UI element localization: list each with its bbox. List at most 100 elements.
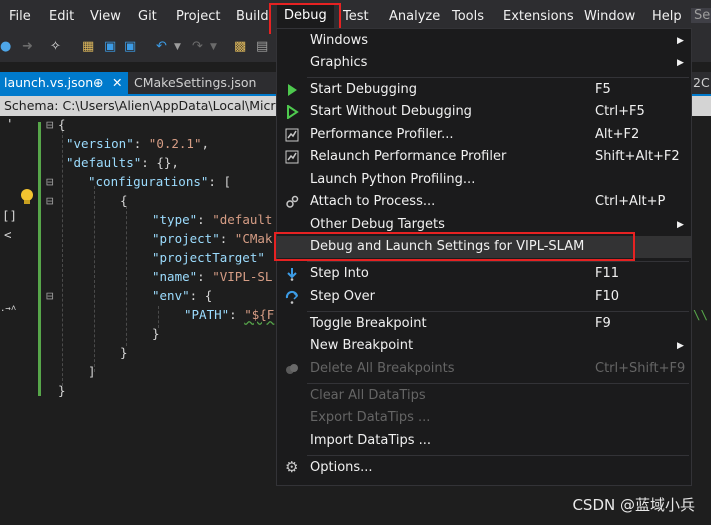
step-over-icon [285, 290, 299, 304]
menu-item-delete-all-breakpoints: Delete All Breakpoints Ctrl+Shift+F9 [277, 358, 691, 380]
redo-icon[interactable]: ↷ [192, 39, 203, 55]
lightbulb-base [24, 200, 30, 204]
squiggle-overflow: \\ [693, 307, 709, 322]
code-line: "name": "VIPL-SL [152, 269, 273, 284]
menu-item-attach-to-process[interactable]: Attach to Process... Ctrl+Alt+P [277, 191, 691, 213]
collapse-toggle[interactable]: ⊟ [46, 286, 54, 305]
indent-guide [94, 186, 95, 372]
attach-gear-icon [286, 195, 299, 208]
indent-guide [126, 206, 127, 346]
undo-dropdown-icon[interactable]: ▼ [174, 39, 181, 55]
menu-separator [307, 261, 689, 262]
menu-item-launch-python-profiling[interactable]: Launch Python Profiling... [277, 169, 691, 191]
menu-item-new-breakpoint[interactable]: New Breakpoint ▶ [277, 335, 691, 357]
code-line: } [120, 345, 128, 360]
menu-separator [307, 383, 689, 384]
save-icon[interactable]: ▣ [104, 39, 116, 55]
tab-overflow-label[interactable]: 2C [693, 72, 710, 94]
gear-icon: ⚙ [285, 458, 299, 476]
gutter-mark: [] [2, 208, 18, 223]
menu-window[interactable]: Window [584, 9, 635, 24]
undo-icon[interactable]: ↶ [156, 39, 167, 55]
menu-git[interactable]: Git [138, 9, 157, 24]
collapse-toggle[interactable]: ⊟ [46, 191, 54, 210]
collapse-toggle[interactable]: ⊟ [46, 172, 54, 191]
play-icon [288, 84, 297, 96]
tab-cmakesettings-json[interactable]: CMakeSettings.json [128, 72, 278, 94]
code-line: "type": "default [152, 212, 273, 227]
code-line: "PATH": "${F [184, 307, 275, 322]
back-icon[interactable]: ● [0, 39, 11, 55]
step-into-icon [287, 268, 297, 281]
menu-item-start-without-debugging[interactable]: Start Without Debugging Ctrl+F5 [277, 101, 691, 123]
menu-item-step-into[interactable]: Step Into F11 [277, 263, 691, 285]
menu-project[interactable]: Project [176, 9, 220, 24]
relaunch-profiler-icon [285, 150, 299, 164]
open-folder-icon[interactable]: ▦ [82, 39, 94, 55]
menu-item-performance-profiler[interactable]: Performance Profiler... Alt+F2 [277, 124, 691, 146]
menu-extensions[interactable]: Extensions [503, 9, 574, 24]
menu-item-start-debugging[interactable]: Start Debugging F5 [277, 79, 691, 101]
close-icon[interactable]: ✕ [112, 72, 122, 94]
submenu-arrow-icon: ▶ [677, 36, 684, 46]
tab-launch-vs-json[interactable]: launch.vs.json ⊕ ✕ [0, 72, 128, 94]
menu-item-export-datatips: Export DataTips ... [310, 410, 431, 425]
menu-item-toggle-breakpoint[interactable]: Toggle Breakpoint F9 [277, 313, 691, 335]
code-line: "projectTarget" [152, 250, 265, 265]
menu-item-other-debug-targets[interactable]: Other Debug Targets ▶ [277, 214, 691, 236]
menu-separator [307, 77, 689, 78]
code-line: } [58, 383, 66, 398]
gutter-mark: ' [6, 116, 14, 131]
redo-dropdown-icon[interactable]: ▼ [210, 39, 217, 55]
profiler-icon [285, 128, 299, 142]
menu-analyze[interactable]: Analyze [389, 9, 440, 24]
indent-guide [62, 130, 63, 386]
search-box-overflow[interactable]: Se [691, 8, 711, 23]
menu-edit[interactable]: Edit [49, 9, 74, 24]
menu-item-debug-and-launch-settings[interactable]: Debug and Launch Settings for VIPL-SLAM [277, 236, 691, 258]
gutter-mark: < [4, 227, 12, 242]
code-line: "version": "0.2.1", [66, 136, 210, 151]
tab-label: launch.vs.json [4, 75, 94, 90]
menu-help[interactable]: Help [652, 9, 682, 24]
solution-explorer-icon[interactable]: ▤ [256, 39, 268, 55]
change-indicator-bar [38, 122, 41, 396]
menu-separator [307, 455, 689, 456]
menu-file[interactable]: File [9, 9, 31, 24]
delete-breakpoints-icon [286, 364, 298, 374]
code-line: "env": { [152, 288, 213, 303]
submenu-arrow-icon: ▶ [677, 220, 684, 230]
code-line: } [152, 326, 160, 341]
menu-view[interactable]: View [90, 9, 121, 24]
menu-tools[interactable]: Tools [452, 9, 484, 24]
menu-item-relaunch-performance-profiler[interactable]: Relaunch Performance Profiler Shift+Alt+… [277, 146, 691, 168]
submenu-arrow-icon: ▶ [677, 341, 684, 351]
menu-item-step-over[interactable]: Step Over F10 [277, 286, 691, 308]
menu-separator [307, 311, 689, 312]
debug-menu-dropdown: Windows ▶ Graphics ▶ Start Debugging F5 … [276, 28, 692, 486]
menu-item-windows[interactable]: Windows ▶ [277, 30, 691, 52]
menu-build[interactable]: Build [236, 9, 269, 24]
menu-debug[interactable]: Debug [277, 4, 334, 29]
new-project-icon[interactable]: ✧ [50, 39, 61, 55]
gutter-mark: .→˄ [0, 304, 17, 314]
code-line: "configurations": [ [88, 174, 231, 189]
code-line: { [120, 193, 128, 208]
watermark: CSDN @蓝域小兵 [572, 496, 695, 514]
menu-item-options[interactable]: ⚙ Options... [277, 457, 691, 479]
menu-item-import-datatips[interactable]: Import DataTips ... [277, 430, 691, 452]
code-line: "project": "CMak [152, 231, 273, 246]
tab-label: CMakeSettings.json [134, 75, 257, 90]
menu-test[interactable]: Test [343, 9, 369, 24]
submenu-arrow-icon: ▶ [677, 58, 684, 68]
menu-item-clear-all-datatips: Clear All DataTips [310, 388, 426, 403]
pin-icon[interactable]: ⊕ [93, 72, 103, 94]
play-outline-icon [287, 105, 299, 119]
code-line: { [58, 117, 66, 132]
code-line: ] [88, 364, 96, 379]
find-in-files-icon[interactable]: ▩ [234, 39, 246, 55]
collapse-toggle[interactable]: ⊟ [46, 115, 54, 134]
forward-icon[interactable]: ➜ [22, 39, 33, 55]
menu-item-graphics[interactable]: Graphics ▶ [277, 52, 691, 74]
save-all-icon[interactable]: ▣ [124, 39, 136, 55]
